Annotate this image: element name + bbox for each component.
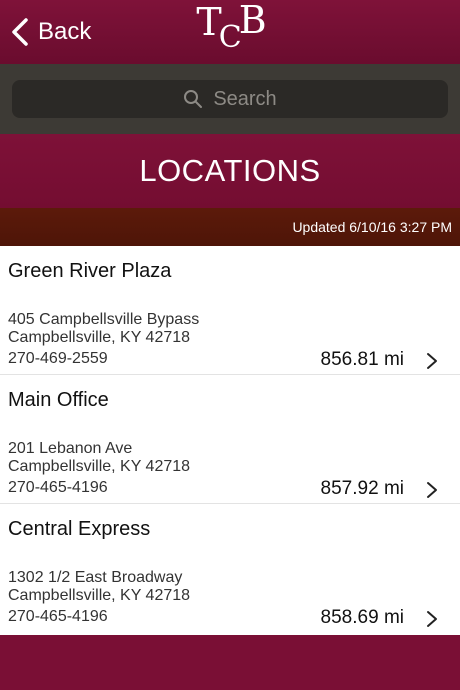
location-distance: 856.81 mi <box>320 349 404 370</box>
navigation-bar: Back TCB <box>0 0 460 64</box>
location-address-line1: 405 Campbellsville Bypass <box>8 311 200 328</box>
page-title-band: LOCATIONS <box>0 134 460 208</box>
location-phone[interactable]: 270-465-4196 <box>8 608 108 626</box>
locations-list: Green River Plaza 405 Campbellsville Byp… <box>0 246 460 635</box>
location-name: Central Express <box>8 518 151 540</box>
location-distance: 858.69 mi <box>320 607 404 628</box>
location-phone[interactable]: 270-465-4196 <box>8 479 108 497</box>
location-row[interactable]: Main Office 201 Lebanon Ave Campbellsvil… <box>0 375 460 504</box>
tcb-logo: TCB <box>196 0 266 55</box>
location-name: Main Office <box>8 389 109 411</box>
location-address-line2: Campbellsville, KY 42718 <box>8 329 191 346</box>
location-phone[interactable]: 270-469-2559 <box>8 350 108 368</box>
search-placeholder: Search <box>213 87 277 110</box>
search-input[interactable]: Search <box>12 80 448 118</box>
location-name: Green River Plaza <box>8 260 172 282</box>
page-title: LOCATIONS <box>139 153 321 188</box>
search-bar: Search <box>0 64 460 134</box>
chevron-right-icon <box>427 353 437 369</box>
location-address-line1: 201 Lebanon Ave <box>8 440 133 457</box>
chevron-right-icon <box>427 611 437 627</box>
location-address-line2: Campbellsville, KY 42718 <box>8 587 191 604</box>
location-row[interactable]: Central Express 1302 1/2 East Broadway C… <box>0 504 460 633</box>
location-address-line1: 1302 1/2 East Broadway <box>8 569 183 586</box>
footer-bar <box>0 635 460 690</box>
updated-timestamp: Updated 6/10/16 3:27 PM <box>0 208 460 246</box>
location-address-line2: Campbellsville, KY 42718 <box>8 458 191 475</box>
location-distance: 857.92 mi <box>320 478 404 499</box>
location-row[interactable]: Green River Plaza 405 Campbellsville Byp… <box>0 246 460 375</box>
chevron-right-icon <box>427 482 437 498</box>
search-icon <box>184 90 203 108</box>
